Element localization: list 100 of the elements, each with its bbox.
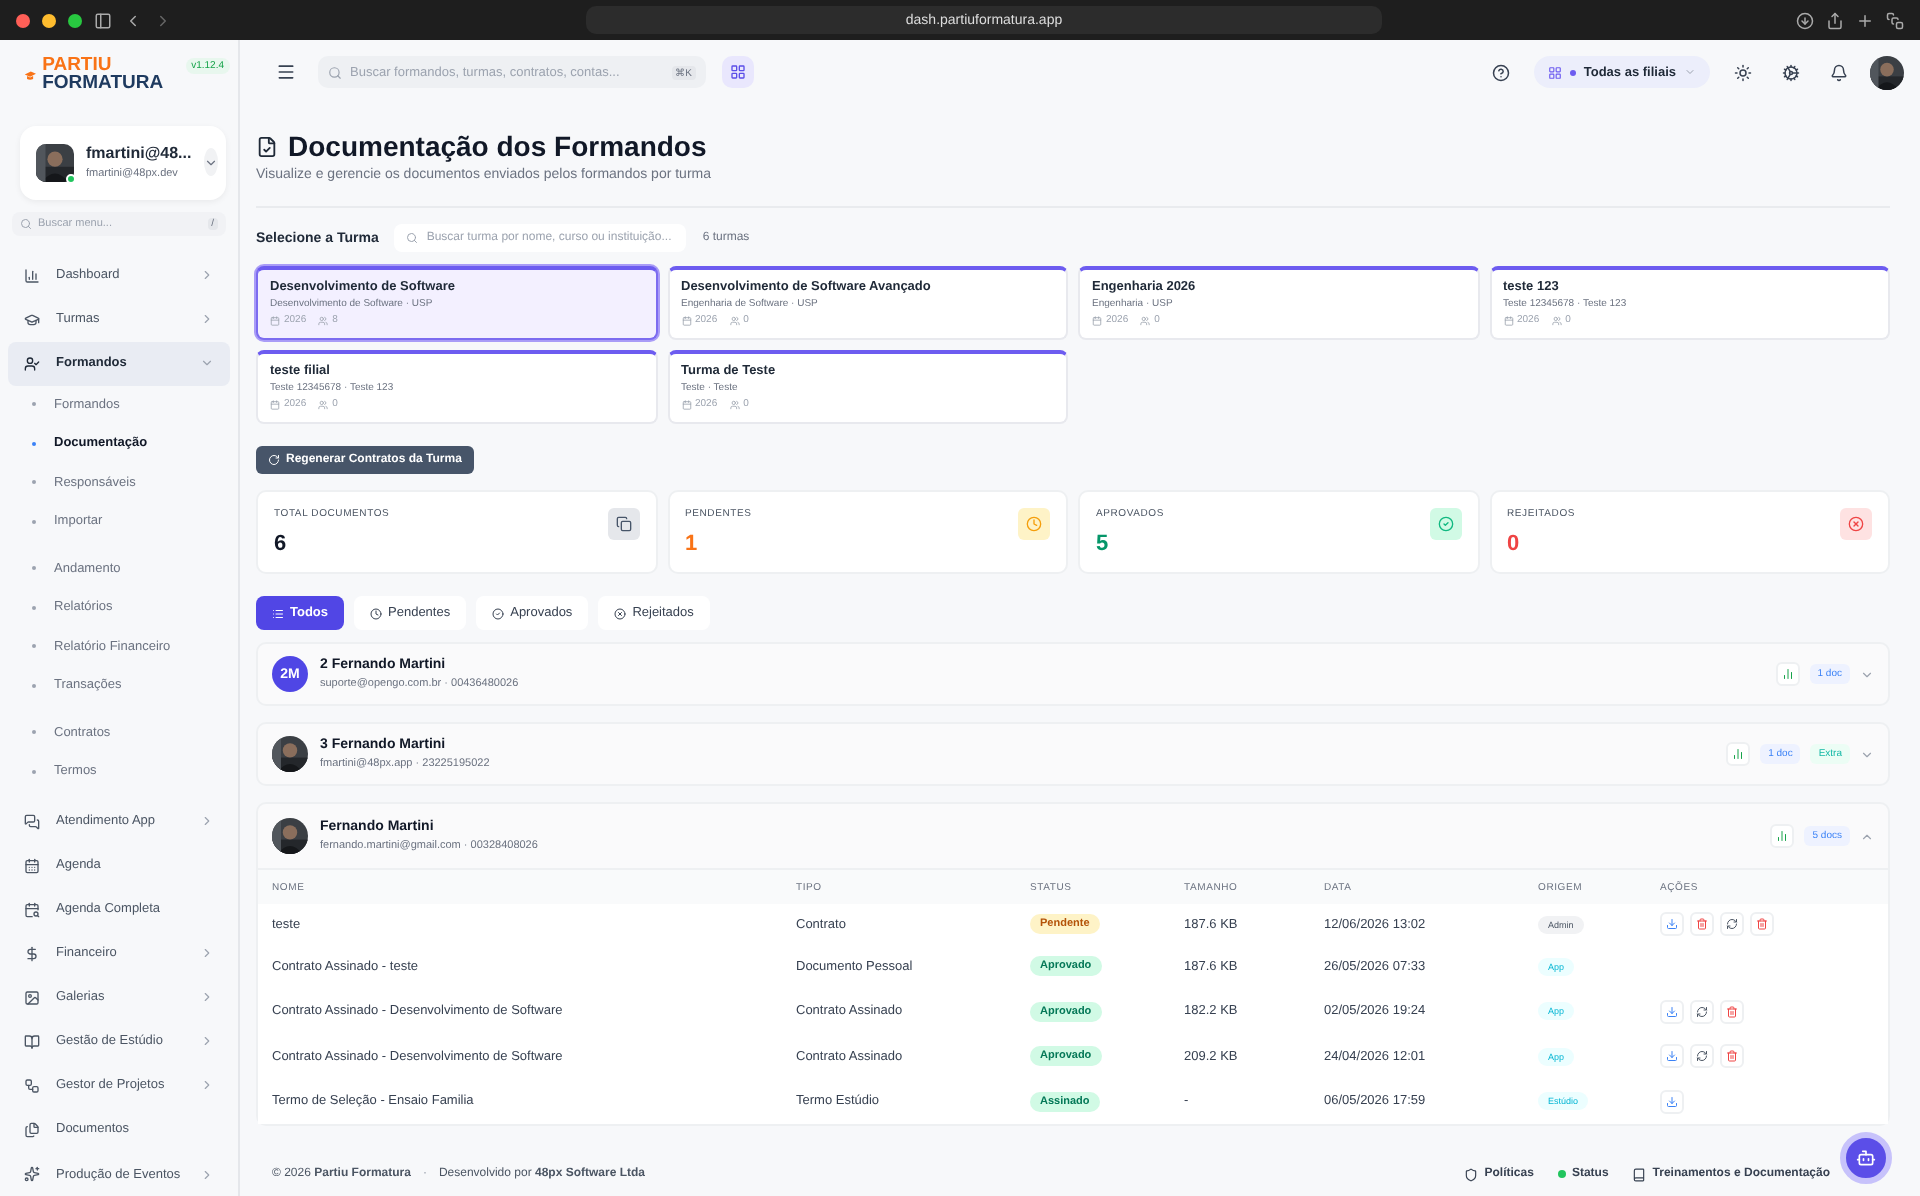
users-icon: [1551, 315, 1562, 325]
stat-value: 6: [274, 532, 289, 556]
chevron-right-icon: [200, 946, 214, 961]
clock-icon: [370, 607, 383, 619]
clock-icon: [1018, 508, 1050, 540]
back-icon[interactable]: [124, 11, 142, 29]
chevron-down-icon: [1860, 667, 1874, 681]
stat-value: 5: [1096, 532, 1111, 556]
trash-icon: [1726, 1005, 1738, 1018]
delete-button[interactable]: [1690, 912, 1714, 936]
delete-button[interactable]: [1720, 999, 1744, 1024]
download-button[interactable]: [1660, 1089, 1684, 1114]
refresh-icon: [1726, 918, 1738, 930]
users-icon: [729, 315, 740, 325]
dollar-icon: [24, 945, 40, 962]
document-icon: [256, 135, 278, 157]
user-name: fmartini@48...: [86, 144, 192, 163]
search-icon: [328, 65, 342, 79]
sun-icon: [1733, 63, 1751, 81]
expand-toggle[interactable]: [1860, 829, 1874, 843]
close-button[interactable]: [16, 13, 30, 27]
graduation-cap-icon: [24, 311, 40, 328]
chevron-right-icon: [200, 1078, 214, 1093]
x-circle-icon: [614, 607, 627, 619]
calendar-search-icon: [24, 901, 40, 918]
files-icon: [24, 1121, 40, 1138]
logo-text: PARTIU: [42, 58, 112, 76]
regenerate-button[interactable]: [1690, 1044, 1714, 1069]
calendar-icon: [681, 315, 691, 325]
apps-button[interactable]: [722, 56, 754, 88]
minimize-button[interactable]: [42, 13, 56, 27]
users-icon: [729, 399, 740, 409]
download-icon: [1666, 1050, 1678, 1063]
search-icon: [20, 218, 32, 231]
workflow-icon: [24, 1077, 40, 1094]
trash-icon: [1696, 918, 1708, 930]
search-icon: [406, 232, 419, 244]
account-menu-button[interactable]: [203, 148, 218, 177]
list-icon: [272, 607, 284, 619]
assistant-button[interactable]: [1840, 1132, 1892, 1184]
calendar-icon: [681, 399, 691, 409]
users-icon: [1140, 315, 1151, 325]
grid-icon: [1547, 65, 1562, 79]
copy-icon: [607, 508, 639, 540]
refresh-icon: [268, 454, 280, 466]
bell-icon: [1829, 63, 1847, 81]
menu-icon: [276, 62, 296, 82]
calendar-icon: [270, 399, 280, 409]
download-icon: [1666, 918, 1678, 930]
download-icon: [1666, 1095, 1678, 1108]
refresh-icon: [1696, 1005, 1708, 1018]
settings-icon: [1781, 63, 1799, 81]
robot-icon: [1856, 1148, 1876, 1168]
user-check-icon: [24, 355, 40, 372]
forward-icon[interactable]: [154, 11, 172, 29]
status-dot: [1557, 1170, 1566, 1178]
regenerate-button[interactable]: [1690, 999, 1714, 1024]
bar-chart-icon: [1776, 830, 1789, 842]
chevron-right-icon: [200, 814, 214, 829]
logo-text: FORMATURA: [42, 75, 164, 93]
calendar-icon: [1092, 315, 1102, 325]
book-icon: [24, 1033, 40, 1050]
bar-chart-icon: [24, 267, 40, 283]
calendar-icon: [270, 315, 280, 325]
maximize-button[interactable]: [68, 13, 82, 27]
chevron-right-icon: [200, 1034, 214, 1049]
bar-chart-icon: [1781, 668, 1794, 680]
help-icon: [1492, 63, 1511, 81]
trash-icon: [1756, 918, 1768, 930]
regenerate-button[interactable]: [1720, 912, 1744, 936]
book-icon: [1632, 1167, 1647, 1181]
shield-icon: [1464, 1167, 1479, 1181]
sidebar-toggle-icon[interactable]: [94, 11, 112, 29]
expand-toggle[interactable]: [1860, 747, 1874, 761]
chevron-down-icon: [200, 356, 214, 371]
expand-toggle[interactable]: [1860, 667, 1874, 681]
chevron-right-icon: [200, 268, 214, 282]
chevron-down-icon: [1684, 66, 1696, 78]
download-icon: [1666, 1005, 1678, 1018]
calendar-icon: [24, 857, 40, 874]
check-circle-icon: [492, 607, 505, 619]
download-icon[interactable]: [1796, 11, 1814, 29]
download-button[interactable]: [1660, 912, 1684, 936]
download-button[interactable]: [1660, 999, 1684, 1024]
tabs-icon[interactable]: [1886, 11, 1904, 29]
delete-button[interactable]: [1720, 1044, 1744, 1069]
stat-value: 1: [685, 532, 700, 556]
new-tab-icon[interactable]: [1856, 11, 1874, 29]
grid-icon: [730, 64, 746, 80]
chevron-right-icon: [200, 990, 214, 1005]
chevron-down-icon: [1860, 747, 1874, 761]
download-button[interactable]: [1660, 1044, 1684, 1069]
chat-icon: [24, 813, 40, 830]
chevron-down-icon: [203, 155, 218, 170]
stat-value: 0: [1507, 532, 1522, 556]
chevron-right-icon: [200, 1167, 214, 1182]
page-title: Documentação dos Formandos: [288, 130, 707, 162]
share-icon[interactable]: [1826, 11, 1844, 29]
delete-button[interactable]: [1750, 912, 1774, 936]
sparkles-icon: [24, 1166, 40, 1183]
